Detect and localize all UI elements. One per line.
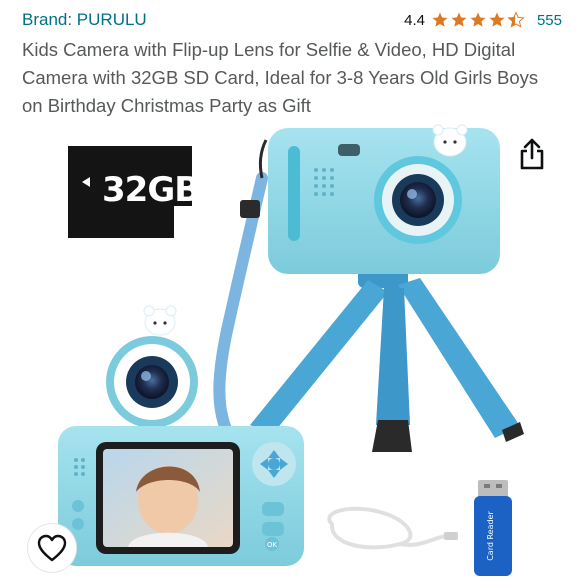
brand-link[interactable]: Brand: PURULU <box>22 10 147 30</box>
share-icon <box>520 138 544 170</box>
review-count-link[interactable]: 555 <box>537 12 562 29</box>
star-icon <box>432 12 448 27</box>
brand-rating-row: Brand: PURULU 4.4 555 <box>22 8 562 32</box>
dpad-buttons <box>252 442 296 486</box>
camera-strap <box>213 139 268 444</box>
star-rating <box>431 11 525 29</box>
tripod <box>250 260 524 452</box>
card-reader-label: Card Reader <box>486 511 495 561</box>
rating-value: 4.4 <box>404 11 425 29</box>
usb-cable <box>327 506 458 550</box>
product-image[interactable]: OK Card Reader 32GB <box>0 120 580 580</box>
rating-summary[interactable]: 4.4 555 <box>404 11 562 29</box>
camera-back-view <box>268 124 500 274</box>
sd-card-label: 32GB <box>102 170 200 210</box>
star-icon <box>470 12 486 27</box>
star-icon <box>451 12 467 27</box>
flip-lens <box>106 305 198 428</box>
card-reader: Card Reader <box>474 480 512 576</box>
camera-front-view: OK <box>58 305 304 566</box>
product-header: Brand: PURULU 4.4 555 Kids Camera with F… <box>22 8 562 120</box>
star-half-icon <box>507 11 525 28</box>
bear-ornament <box>432 124 468 157</box>
ok-button-label: OK <box>267 541 278 549</box>
heart-icon <box>37 534 67 562</box>
sd-card: 32GB <box>68 146 200 243</box>
wishlist-button[interactable] <box>28 524 76 572</box>
share-button[interactable] <box>518 138 546 170</box>
star-icon <box>489 12 505 27</box>
product-title: Kids Camera with Flip-up Lens for Selfie… <box>22 39 539 116</box>
